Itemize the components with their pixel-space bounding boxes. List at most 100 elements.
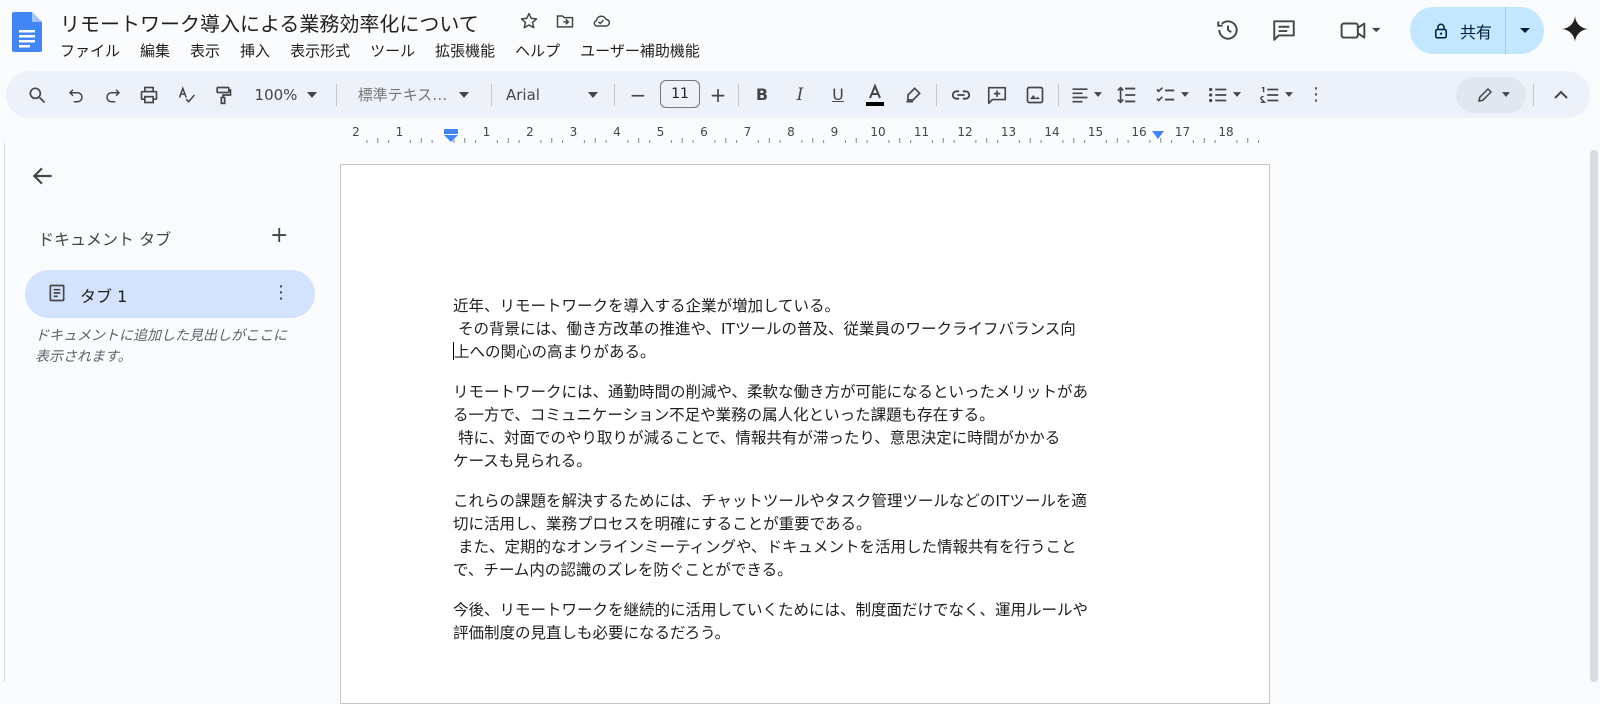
pencil-icon xyxy=(1478,87,1493,102)
zoom-select[interactable]: 100% xyxy=(246,71,326,118)
toolbar-divider xyxy=(614,84,615,106)
menu-insert[interactable]: 挿入 xyxy=(230,40,280,61)
line-spacing-icon[interactable] xyxy=(1112,71,1142,118)
print-icon[interactable] xyxy=(134,71,164,118)
menu-extensions[interactable]: 拡張機能 xyxy=(425,40,505,61)
move-folder-icon[interactable] xyxy=(554,10,576,32)
gemini-icon[interactable] xyxy=(1560,14,1590,44)
text-color-icon[interactable] xyxy=(860,71,890,118)
right-margin-marker-icon[interactable] xyxy=(1152,131,1164,141)
comments-icon[interactable] xyxy=(1264,10,1304,50)
ruler-number: 4 xyxy=(613,125,621,139)
align-left-icon[interactable] xyxy=(1066,71,1106,118)
document-tabs-heading: ドキュメント タブ xyxy=(38,230,172,249)
line: 今後、リモートワークを継続的に活用していくためには、制度面だけでなく、運用ルール… xyxy=(453,601,1089,619)
top-bar: リモートワーク導入による業務効率化について ファイル 編集 表示 挿入 表示形式… xyxy=(0,0,1600,66)
ruler-number: 5 xyxy=(657,125,665,139)
indent-marker-icon[interactable] xyxy=(444,129,458,143)
share-dropdown-icon[interactable] xyxy=(1506,7,1544,54)
bold-icon[interactable]: B xyxy=(748,71,776,118)
menu-view[interactable]: 表示 xyxy=(180,40,230,61)
document-page[interactable]: 近年、リモートワークを導入する企業が増加している。 その背景には、働き方改革の推… xyxy=(340,164,1270,704)
meet-icon[interactable] xyxy=(1330,10,1390,50)
ruler-number: 15 xyxy=(1088,125,1103,139)
tab-item-1[interactable]: タブ 1 ⋮ xyxy=(25,270,315,318)
ruler-number: 9 xyxy=(831,125,839,139)
cloud-saved-icon[interactable] xyxy=(590,10,612,32)
decrease-font-size-icon[interactable]: − xyxy=(626,71,650,118)
ruler-number: 18 xyxy=(1218,125,1233,139)
add-comment-icon[interactable] xyxy=(982,71,1012,118)
document-body[interactable]: 近年、リモートワークを導入する企業が増加している。 その背景には、働き方改革の推… xyxy=(453,295,1163,662)
bulleted-list-icon[interactable] xyxy=(1202,71,1246,118)
increase-font-size-icon[interactable]: + xyxy=(706,71,730,118)
italic-icon[interactable]: I xyxy=(786,71,814,118)
tab-options-icon[interactable]: ⋮ xyxy=(272,282,290,303)
paragraph-style-select[interactable]: 標準テキス… xyxy=(346,71,481,118)
line: で、チーム内の認識のズレを防ぐことができる。 xyxy=(453,561,793,579)
chevron-down-icon xyxy=(1094,92,1102,97)
ruler-number: 8 xyxy=(787,125,795,139)
vertical-scrollbar[interactable] xyxy=(1590,150,1598,682)
paint-format-icon[interactable] xyxy=(208,71,238,118)
spellcheck-icon[interactable] xyxy=(172,71,202,118)
line: 切に活用し、業務プロセスを明確にすることが重要である。 xyxy=(453,515,872,533)
menu-tools[interactable]: ツール xyxy=(360,40,425,61)
docs-logo-icon[interactable] xyxy=(12,12,42,52)
hide-menus-icon[interactable] xyxy=(1546,71,1576,118)
ruler-number: 2 xyxy=(352,125,360,139)
chevron-down-icon xyxy=(1181,92,1189,97)
font-size-input[interactable]: 11 xyxy=(660,80,700,108)
add-tab-icon[interactable]: + xyxy=(270,223,288,248)
redo-icon[interactable] xyxy=(98,71,128,118)
toolbar-divider xyxy=(738,84,739,106)
editing-mode-button[interactable] xyxy=(1456,77,1526,113)
undo-icon[interactable] xyxy=(61,71,91,118)
lock-icon xyxy=(1435,23,1447,38)
ruler-number: 10 xyxy=(870,125,885,139)
menu-format[interactable]: 表示形式 xyxy=(280,40,360,61)
zoom-value: 100% xyxy=(254,85,298,104)
line: 上への関心の高まりがある。 xyxy=(454,343,656,361)
chevron-down-icon xyxy=(459,91,470,98)
horizontal-ruler[interactable]: 2 1 1 2 3 4 5 6 7 8 9 10 11 12 13 14 15 16 17 18 xyxy=(340,123,1270,143)
underline-icon[interactable]: U xyxy=(824,71,852,118)
chevron-down-icon xyxy=(1285,92,1293,97)
chevron-down-icon xyxy=(1233,92,1241,97)
insert-image-icon[interactable] xyxy=(1020,71,1050,118)
menu-edit[interactable]: 編集 xyxy=(130,40,180,61)
ruler-number: 3 xyxy=(570,125,578,139)
ruler-number: 1 xyxy=(396,125,404,139)
paragraph-1: 近年、リモートワークを導入する企業が増加している。 その背景には、働き方改革の推… xyxy=(453,295,1163,364)
font-value: Arial xyxy=(506,85,540,104)
paragraph-2: リモートワークには、通勤時間の削減や、柔軟な働き方が可能になるといったメリットが… xyxy=(453,381,1163,473)
menu-help[interactable]: ヘルプ xyxy=(505,40,570,61)
star-icon[interactable] xyxy=(518,10,540,32)
search-menus-icon[interactable] xyxy=(22,71,52,118)
font-select[interactable]: Arial xyxy=(500,71,605,118)
paragraph-3: これらの課題を解決するためには、チャットツールやタスク管理ツールなどのITツール… xyxy=(453,490,1163,582)
insert-link-icon[interactable] xyxy=(946,71,976,118)
menu-file[interactable]: ファイル xyxy=(60,40,130,61)
ruler-number: 12 xyxy=(957,125,972,139)
ruler-number: 2 xyxy=(526,125,534,139)
line: リモートワークには、通勤時間の削減や、柔軟な働き方が可能になるといったメリットが… xyxy=(453,383,1089,401)
formatting-toolbar: 100% 標準テキス… Arial − 11 + B I U ⋮ xyxy=(6,71,1590,118)
document-title[interactable]: リモートワーク導入による業務効率化について xyxy=(60,8,479,37)
menu-accessibility[interactable]: ユーザー補助機能 xyxy=(570,40,710,61)
more-options-icon[interactable]: ⋮ xyxy=(1304,71,1328,118)
chevron-down-icon xyxy=(587,91,598,98)
share-button[interactable]: 共有 xyxy=(1410,7,1544,54)
ruler-ticks: 2 1 1 2 3 4 5 6 7 8 9 10 11 12 13 14 15 16 17 18 xyxy=(352,125,1260,143)
checklist-icon[interactable] xyxy=(1150,71,1194,118)
highlight-color-icon[interactable] xyxy=(898,71,928,118)
line: ケースも見られる。 xyxy=(453,452,592,470)
toolbar-divider xyxy=(491,84,492,106)
version-history-icon[interactable] xyxy=(1208,10,1248,50)
numbered-list-icon[interactable] xyxy=(1254,71,1298,118)
line: また、定期的なオンラインミーティングや、ドキュメントを活用した情報共有を行うこと xyxy=(453,538,1077,556)
tab-label: タブ 1 xyxy=(80,287,128,306)
back-arrow-icon[interactable] xyxy=(30,163,56,193)
line: 特に、対面でのやり取りが減ることで、情報共有が滞ったり、意思決定に時間がかかる xyxy=(453,429,1061,447)
ruler-number: 7 xyxy=(744,125,752,139)
